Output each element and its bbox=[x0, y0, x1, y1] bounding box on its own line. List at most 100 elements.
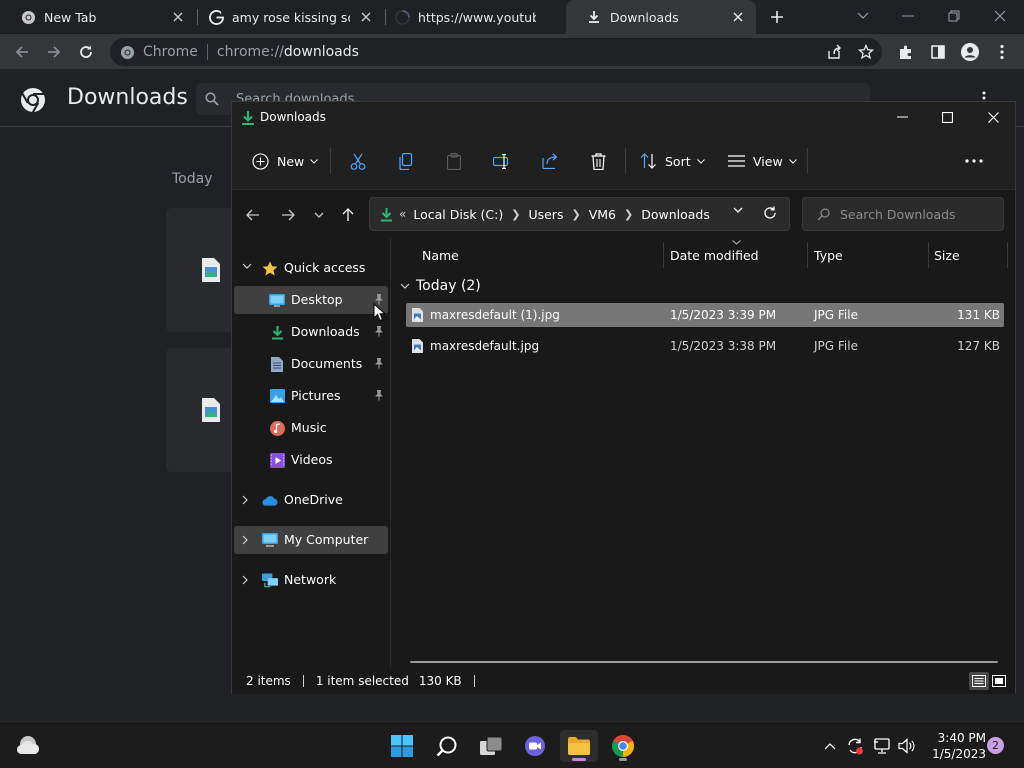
tab-youtube[interactable]: https://www.youtube.c bbox=[374, 0, 570, 34]
delete-trash-icon[interactable] bbox=[588, 151, 608, 171]
chevron-right-icon[interactable] bbox=[242, 535, 248, 545]
chrome-taskbar-button[interactable] bbox=[604, 730, 642, 762]
windows-logo-icon bbox=[391, 735, 413, 757]
column-header-date-modified[interactable]: Date modified bbox=[670, 248, 759, 263]
extensions-puzzle-icon[interactable] bbox=[896, 42, 916, 62]
profile-avatar-icon[interactable] bbox=[960, 42, 980, 62]
pane-divider[interactable] bbox=[390, 238, 391, 668]
nav-item-videos[interactable]: Videos bbox=[234, 446, 388, 474]
column-resize-handle[interactable] bbox=[807, 242, 808, 268]
pin-icon[interactable] bbox=[374, 389, 384, 401]
nav-item-onedrive[interactable]: OneDrive bbox=[234, 486, 388, 514]
recent-locations-chevron-icon[interactable] bbox=[309, 205, 329, 225]
restore-icon[interactable] bbox=[940, 3, 968, 29]
chevron-down-icon[interactable] bbox=[242, 263, 252, 269]
forward-arrow-icon[interactable] bbox=[44, 42, 64, 62]
search-button[interactable] bbox=[428, 730, 466, 762]
cut-scissors-icon[interactable] bbox=[348, 151, 368, 171]
chevron-right-icon[interactable]: ❯ bbox=[511, 208, 520, 221]
column-header-size[interactable]: Size bbox=[934, 248, 960, 263]
paste-clipboard-icon[interactable] bbox=[444, 151, 464, 171]
tab-google-search[interactable]: amy rose kissing sonic bbox=[188, 0, 384, 34]
breadcrumb-item[interactable]: Downloads bbox=[641, 207, 710, 222]
explorer-address-bar[interactable]: « Local Disk (C:) ❯ Users ❯ VM6 ❯ Downlo… bbox=[369, 197, 790, 231]
breadcrumb-item[interactable]: VM6 bbox=[589, 207, 616, 222]
column-resize-handle[interactable] bbox=[1007, 242, 1008, 268]
network-monitor-icon[interactable] bbox=[872, 736, 892, 756]
pin-icon[interactable] bbox=[374, 325, 384, 337]
chevron-right-icon[interactable]: ❯ bbox=[571, 208, 580, 221]
nav-item-quick-access[interactable]: Quick access bbox=[234, 254, 388, 282]
column-resize-handle[interactable] bbox=[663, 242, 664, 268]
maximize-icon[interactable] bbox=[934, 107, 960, 127]
close-icon[interactable] bbox=[170, 9, 186, 25]
copy-icon[interactable] bbox=[396, 151, 416, 171]
start-button[interactable] bbox=[383, 730, 421, 762]
breadcrumb-overflow-icon[interactable]: « bbox=[399, 207, 406, 221]
breadcrumb-item[interactable]: Local Disk (C:) bbox=[413, 207, 503, 222]
explorer-search-input[interactable]: Search Downloads bbox=[802, 197, 1004, 231]
column-header-name[interactable]: Name bbox=[422, 248, 459, 263]
column-resize-handle[interactable] bbox=[928, 242, 929, 268]
chevron-down-icon bbox=[400, 283, 410, 289]
file-row[interactable]: maxresdefault.jpg 1/5/2023 3:38 PM JPG F… bbox=[406, 334, 1004, 358]
refresh-icon[interactable] bbox=[763, 206, 777, 220]
nav-item-music[interactable]: Music bbox=[234, 414, 388, 442]
volume-speaker-icon[interactable] bbox=[897, 736, 917, 756]
column-header-type[interactable]: Type bbox=[814, 248, 843, 263]
view-button[interactable]: View bbox=[728, 150, 797, 172]
chat-app-button[interactable] bbox=[516, 730, 554, 762]
back-arrow-icon[interactable] bbox=[243, 205, 263, 225]
tab-downloads[interactable]: Downloads bbox=[566, 0, 756, 34]
pin-icon[interactable] bbox=[374, 357, 384, 369]
new-button[interactable]: New bbox=[252, 150, 319, 172]
new-tab-button[interactable] bbox=[766, 6, 788, 28]
system-clock[interactable]: 3:40 PM 1/5/2023 bbox=[928, 730, 986, 762]
file-row[interactable]: maxresdefault (1).jpg 1/5/2023 3:39 PM J… bbox=[406, 303, 1004, 327]
rename-icon[interactable] bbox=[492, 151, 512, 171]
forward-arrow-icon[interactable] bbox=[278, 205, 298, 225]
show-hidden-icons-chevron-icon[interactable] bbox=[820, 736, 840, 756]
chevron-right-icon[interactable] bbox=[242, 575, 248, 585]
site-chip[interactable]: Chrome bbox=[120, 44, 198, 60]
sort-button[interactable]: Sort bbox=[640, 150, 705, 172]
nav-item-downloads[interactable]: Downloads bbox=[234, 318, 388, 346]
menu-kebab-icon[interactable] bbox=[992, 42, 1012, 62]
close-icon[interactable] bbox=[358, 9, 374, 25]
weather-widget-icon[interactable] bbox=[16, 734, 42, 756]
close-window-icon[interactable] bbox=[986, 3, 1014, 29]
share-icon[interactable] bbox=[824, 42, 844, 62]
reload-icon[interactable] bbox=[76, 42, 96, 62]
minimize-icon[interactable] bbox=[894, 3, 922, 29]
address-history-chevron-icon[interactable] bbox=[733, 207, 743, 213]
notification-badge[interactable]: 2 bbox=[987, 737, 1004, 754]
nav-item-my-computer[interactable]: My Computer bbox=[234, 526, 388, 554]
close-icon[interactable] bbox=[980, 107, 1006, 127]
tab-search-chevron-icon[interactable] bbox=[849, 3, 877, 29]
more-options-icon[interactable] bbox=[964, 151, 984, 171]
up-arrow-icon[interactable] bbox=[338, 205, 358, 225]
address-bar[interactable]: Chrome chrome:// downloads bbox=[110, 38, 882, 66]
nav-item-documents[interactable]: Documents bbox=[234, 350, 388, 378]
explorer-title-bar[interactable]: Downloads bbox=[232, 102, 1015, 132]
nav-item-pictures[interactable]: Pictures bbox=[234, 382, 388, 410]
chevron-right-icon[interactable]: ❯ bbox=[624, 208, 633, 221]
large-icons-view-icon[interactable] bbox=[989, 672, 1009, 690]
back-arrow-icon[interactable] bbox=[12, 42, 32, 62]
task-view-button[interactable] bbox=[472, 730, 510, 762]
group-header-today[interactable]: Today (2) bbox=[400, 278, 481, 294]
minimize-icon[interactable] bbox=[889, 107, 915, 127]
nav-item-network[interactable]: Network bbox=[234, 566, 388, 594]
share-icon[interactable] bbox=[540, 151, 560, 171]
side-panel-icon[interactable] bbox=[928, 42, 948, 62]
breadcrumb-item[interactable]: Users bbox=[528, 207, 563, 222]
tab-new-tab[interactable]: New Tab bbox=[0, 0, 196, 34]
nav-item-desktop[interactable]: Desktop bbox=[234, 286, 388, 314]
horizontal-scrollbar[interactable] bbox=[410, 661, 998, 663]
bookmark-star-icon[interactable] bbox=[856, 42, 876, 62]
details-view-icon[interactable] bbox=[969, 672, 989, 690]
close-icon[interactable] bbox=[730, 9, 746, 25]
file-explorer-taskbar-button[interactable] bbox=[560, 730, 598, 762]
sync-status-icon[interactable] bbox=[845, 736, 865, 756]
chevron-right-icon[interactable] bbox=[242, 495, 248, 505]
